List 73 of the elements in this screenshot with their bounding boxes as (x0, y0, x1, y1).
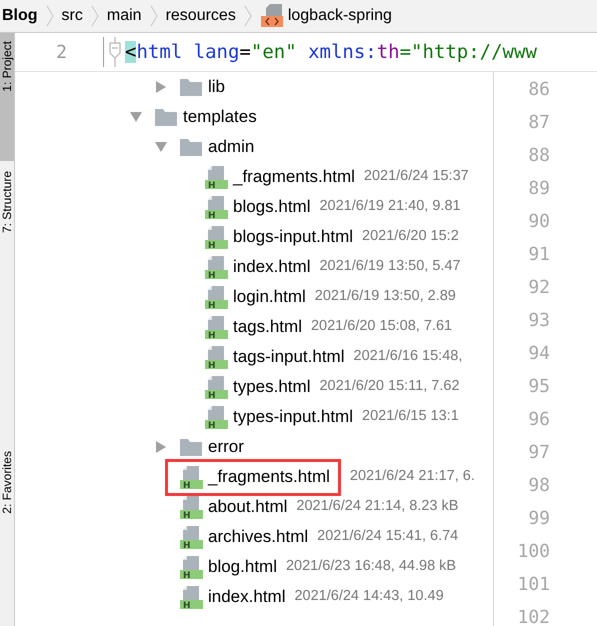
fold-icon[interactable] (108, 37, 122, 67)
line-number: 96 (527, 408, 550, 432)
file-meta: 2021/6/24 15:37 (364, 167, 469, 186)
file-name[interactable]: blog.html (208, 554, 277, 580)
file-meta: 2021/6/23 16:48, 44.98 kB (286, 557, 456, 576)
line-number: 95 (527, 375, 550, 399)
expanded-arrow-icon[interactable] (130, 111, 142, 123)
folder-name[interactable]: templates (183, 104, 257, 130)
file-meta: 2021/6/19 13:50, 2.89 (314, 287, 456, 306)
file-meta: 2021/6/15 13:1 (362, 407, 459, 426)
file-name[interactable]: archives.html (208, 524, 308, 550)
line-number: 2 (55, 40, 68, 64)
line-number: 98 (527, 474, 550, 498)
file-name[interactable]: blogs-input.html (233, 224, 354, 250)
file-name[interactable]: blogs.html (233, 194, 310, 220)
file-meta: 2021/6/19 21:40, 9.81 (319, 197, 461, 216)
breadcrumb-item[interactable]: main (106, 4, 142, 28)
side-tab[interactable]: 1: Project (0, 33, 14, 161)
collapsed-arrow-icon[interactable] (155, 441, 167, 453)
collapsed-arrow-icon[interactable] (155, 81, 167, 93)
file-meta: 2021/6/24 21:14, 8.23 kB (296, 497, 458, 516)
line-number: 94 (527, 342, 550, 366)
line-number: 99 (527, 507, 550, 531)
folder-name[interactable]: error (208, 434, 244, 460)
file-meta: 2021/6/19 13:50, 5.47 (319, 257, 461, 276)
line-number: 88 (527, 144, 550, 168)
folder-icon (180, 138, 202, 156)
line-number: 90 (527, 210, 550, 234)
file-name[interactable]: tags-input.html (233, 344, 344, 370)
line-number: 92 (527, 276, 550, 300)
file-meta: 2021/6/20 15:2 (362, 227, 459, 246)
file-meta: 2021/6/20 15:11, 7.62 (319, 377, 460, 396)
line-number: 91 (527, 243, 550, 267)
side-tab[interactable]: 7: Structure (0, 161, 14, 441)
line-number: 101 (516, 573, 550, 597)
file-meta: 2021/6/20 15:08, 7.61 (310, 317, 452, 336)
file-meta: 2021/6/24 15:41, 6.74 (317, 527, 458, 546)
file-name[interactable]: _fragments.html (208, 464, 330, 490)
breadcrumb-item[interactable]: Blog (2, 4, 38, 28)
line-number: 89 (527, 177, 550, 201)
chevron-icon (46, 5, 54, 27)
chevron-icon (90, 5, 99, 27)
file-name[interactable]: types.html (233, 374, 310, 400)
file-meta: 2021/6/16 15:48, (354, 347, 462, 366)
file-name[interactable]: index.html (233, 254, 310, 280)
file-name[interactable]: about.html (208, 494, 288, 520)
folder-icon (180, 438, 202, 456)
line-number: 100 (516, 540, 550, 564)
line-number: 93 (527, 309, 550, 333)
expanded-arrow-icon[interactable] (155, 141, 167, 153)
breadcrumb-item[interactable]: resources (166, 4, 236, 28)
breadcrumb-item[interactable]: src (62, 4, 83, 28)
file-name[interactable]: index.html (208, 584, 286, 610)
chevron-icon (244, 5, 252, 27)
chevron-icon (150, 5, 158, 27)
line-number: 86 (527, 78, 550, 102)
folder-name[interactable]: admin (208, 134, 254, 160)
breadcrumb-item[interactable]: logback-spring (288, 4, 392, 28)
line-number: 87 (527, 111, 550, 135)
file-name[interactable]: tags.html (233, 314, 302, 340)
xml-file-icon (260, 4, 284, 28)
folder-icon (180, 78, 202, 96)
file-name[interactable]: types-input.html (233, 404, 353, 430)
file-name[interactable]: login.html (233, 284, 306, 310)
file-meta: 2021/6/24 21:17, 6. (350, 467, 475, 486)
folder-name[interactable]: lib (208, 74, 226, 100)
folder-icon (155, 108, 177, 126)
file-name[interactable]: _fragments.html (233, 164, 355, 190)
code-line: <html lang="en" xmlns:th="http://www (125, 40, 537, 65)
side-tab[interactable]: 2: Favorites (0, 441, 14, 514)
file-meta: 2021/6/24 14:43, 10.49 (294, 587, 444, 606)
line-number: 102 (516, 606, 550, 626)
line-number: 97 (527, 441, 550, 465)
